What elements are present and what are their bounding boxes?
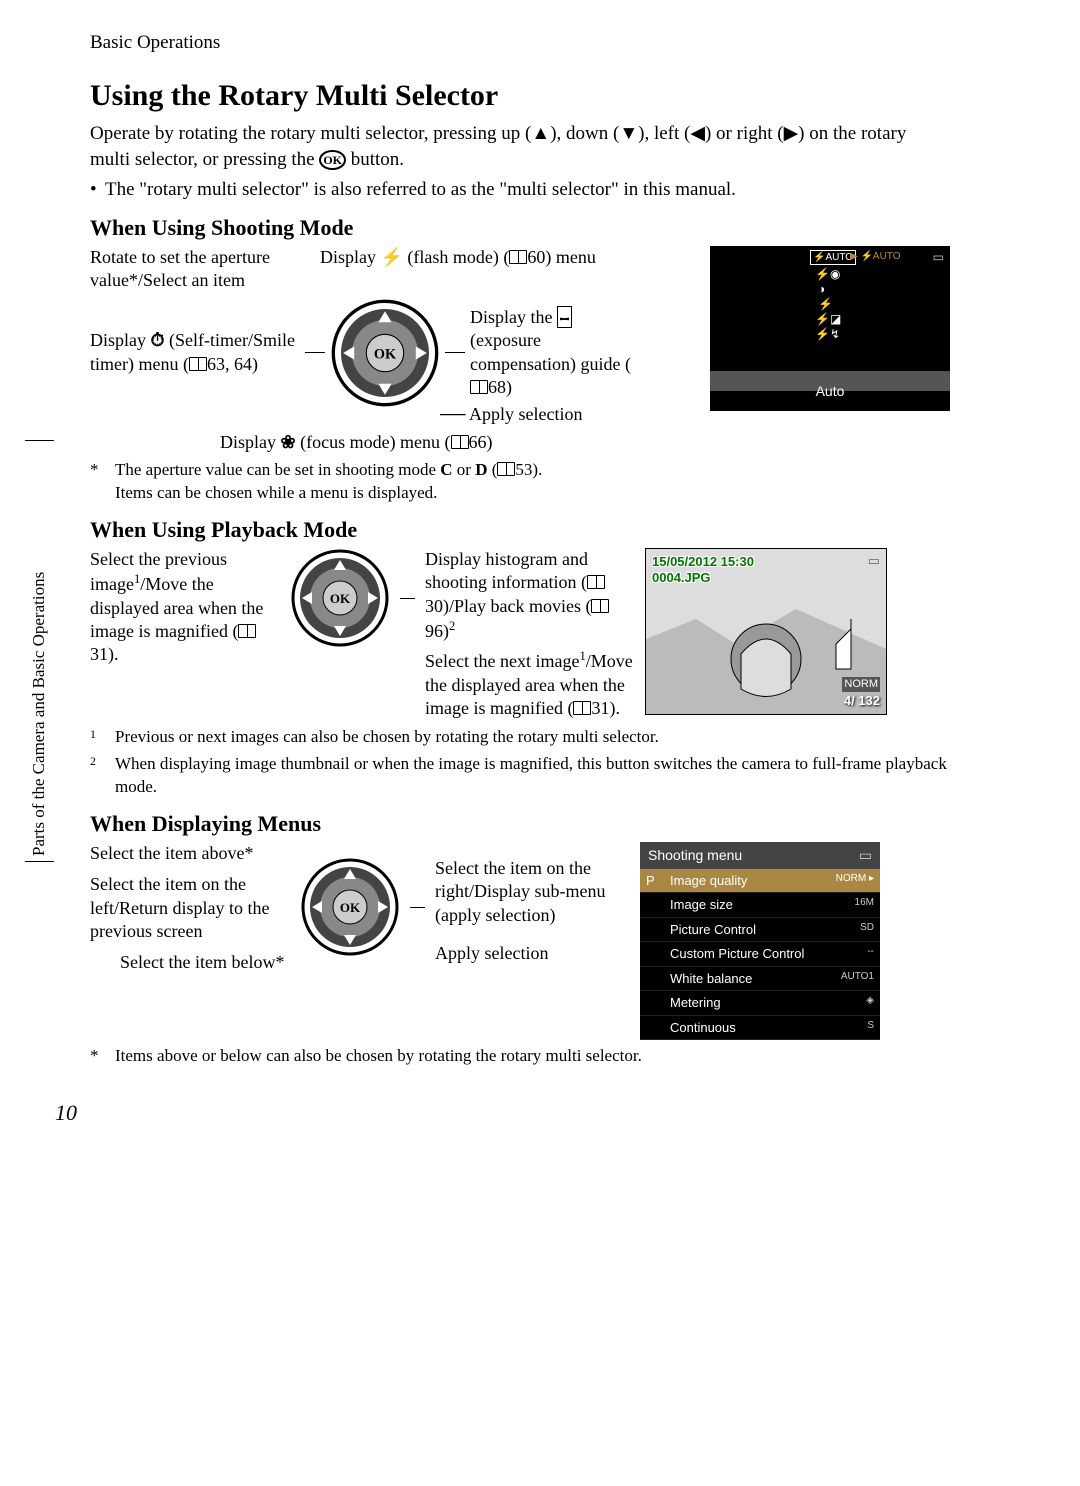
- shoot-exposure-label: Display the ⧿ (exposure compensation) gu…: [470, 306, 640, 400]
- menu-footnote: * Items above or below can also be chose…: [90, 1045, 950, 1068]
- menus-diagram: Select the item above* Select the item o…: [90, 842, 950, 1041]
- menu-lcd-row: Custom Picture Control--: [640, 942, 880, 967]
- shoot-footnote-star: * The aperture value can be set in shoot…: [90, 459, 950, 505]
- rotary-dial-icon: OK: [330, 298, 440, 408]
- svg-text:OK: OK: [340, 900, 361, 915]
- menu-lcd-row: Metering◈: [640, 991, 880, 1016]
- section-title: Using the Rotary Multi Selector: [90, 76, 950, 117]
- svg-text:OK: OK: [374, 346, 397, 362]
- menu-lcd: Shooting menu▭ PImage qualityNORM ▸Image…: [640, 842, 880, 1041]
- menu-lcd-title: Shooting menu▭: [640, 842, 880, 869]
- menu-below-label: Select the item below*: [120, 951, 290, 974]
- menu-right-label: Select the item on the right/Display sub…: [435, 857, 630, 927]
- book-icon: [497, 462, 515, 476]
- play-footnote-2: 2 When displaying image thumbnail or whe…: [90, 753, 950, 799]
- menu-lcd-row: PImage qualityNORM ▸: [640, 869, 880, 894]
- sidebar-tab: Parts of the Camera and Basic Operations: [25, 440, 54, 862]
- book-icon: [238, 624, 256, 638]
- lcd-norm: NORM: [842, 677, 880, 692]
- shoot-rotate-label: Rotate to set the aperture value*/Select…: [90, 246, 310, 293]
- lcd-count: 4/ 132: [844, 692, 880, 710]
- breadcrumb: Basic Operations: [90, 30, 950, 56]
- menu-lcd-row: White balanceAUTO1: [640, 967, 880, 992]
- rotary-dial-icon: OK: [290, 548, 390, 648]
- shoot-apply-label: ── Apply selection: [440, 403, 690, 426]
- playback-heading: When Using Playback Mode: [90, 515, 950, 545]
- book-icon: [573, 701, 591, 715]
- book-icon: [451, 435, 469, 449]
- shooting-diagram: Rotate to set the aperture value*/Select…: [90, 246, 950, 455]
- menu-lcd-row: Picture ControlSD: [640, 918, 880, 943]
- playback-lcd: 15/05/2012 15:30 0004.JPG ▭ NORM 4/ 132: [645, 548, 887, 715]
- page-number: 10: [55, 1098, 950, 1128]
- book-icon: [470, 380, 488, 394]
- menus-heading: When Displaying Menus: [90, 809, 950, 839]
- play-histogram-label: Display histogram and shooting informati…: [425, 548, 635, 644]
- menu-lcd-row: Image size16M: [640, 893, 880, 918]
- intro-text: Operate by rotating the rotary multi sel…: [90, 121, 950, 172]
- ok-icon: OK: [319, 150, 346, 170]
- bullet-note: The "rotary multi selector" is also refe…: [105, 177, 950, 203]
- menu-left-label: Select the item on the left/Return displ…: [90, 873, 290, 943]
- shooting-lcd: ⚡AUTO ▶ ⚡AUTO ▭ ⚡◉ ◑ ⚡ ⚡◪ ⚡↯ Auto: [710, 246, 950, 411]
- play-prev-label: Select the previous image1/Move the disp…: [90, 548, 280, 667]
- shoot-focus-label: Display ❀ (focus mode) menu (66): [220, 431, 690, 454]
- menu-lcd-row: ContinuousS: [640, 1016, 880, 1041]
- book-icon: [189, 357, 207, 371]
- menu-apply-label: Apply selection: [435, 942, 630, 965]
- menu-above-label: Select the item above*: [90, 842, 290, 865]
- lcd-auto-label: Auto: [710, 382, 950, 401]
- play-footnote-1: 1 Previous or next images can also be ch…: [90, 726, 950, 752]
- shoot-flash-label: Display ⚡ (flash mode) (60) menu: [320, 246, 596, 269]
- book-icon: [509, 250, 527, 264]
- shooting-heading: When Using Shooting Mode: [90, 213, 950, 243]
- book-icon: [591, 599, 609, 613]
- shoot-selftimer-label: Display ⏱ (Self-timer/Smile timer) menu …: [90, 329, 300, 376]
- svg-text:OK: OK: [330, 591, 351, 606]
- playback-diagram: Select the previous image1/Move the disp…: [90, 548, 950, 721]
- book-icon: [587, 575, 605, 589]
- rotary-dial-icon: OK: [300, 857, 400, 957]
- play-next-label: Select the next image1/Move the displaye…: [425, 648, 635, 720]
